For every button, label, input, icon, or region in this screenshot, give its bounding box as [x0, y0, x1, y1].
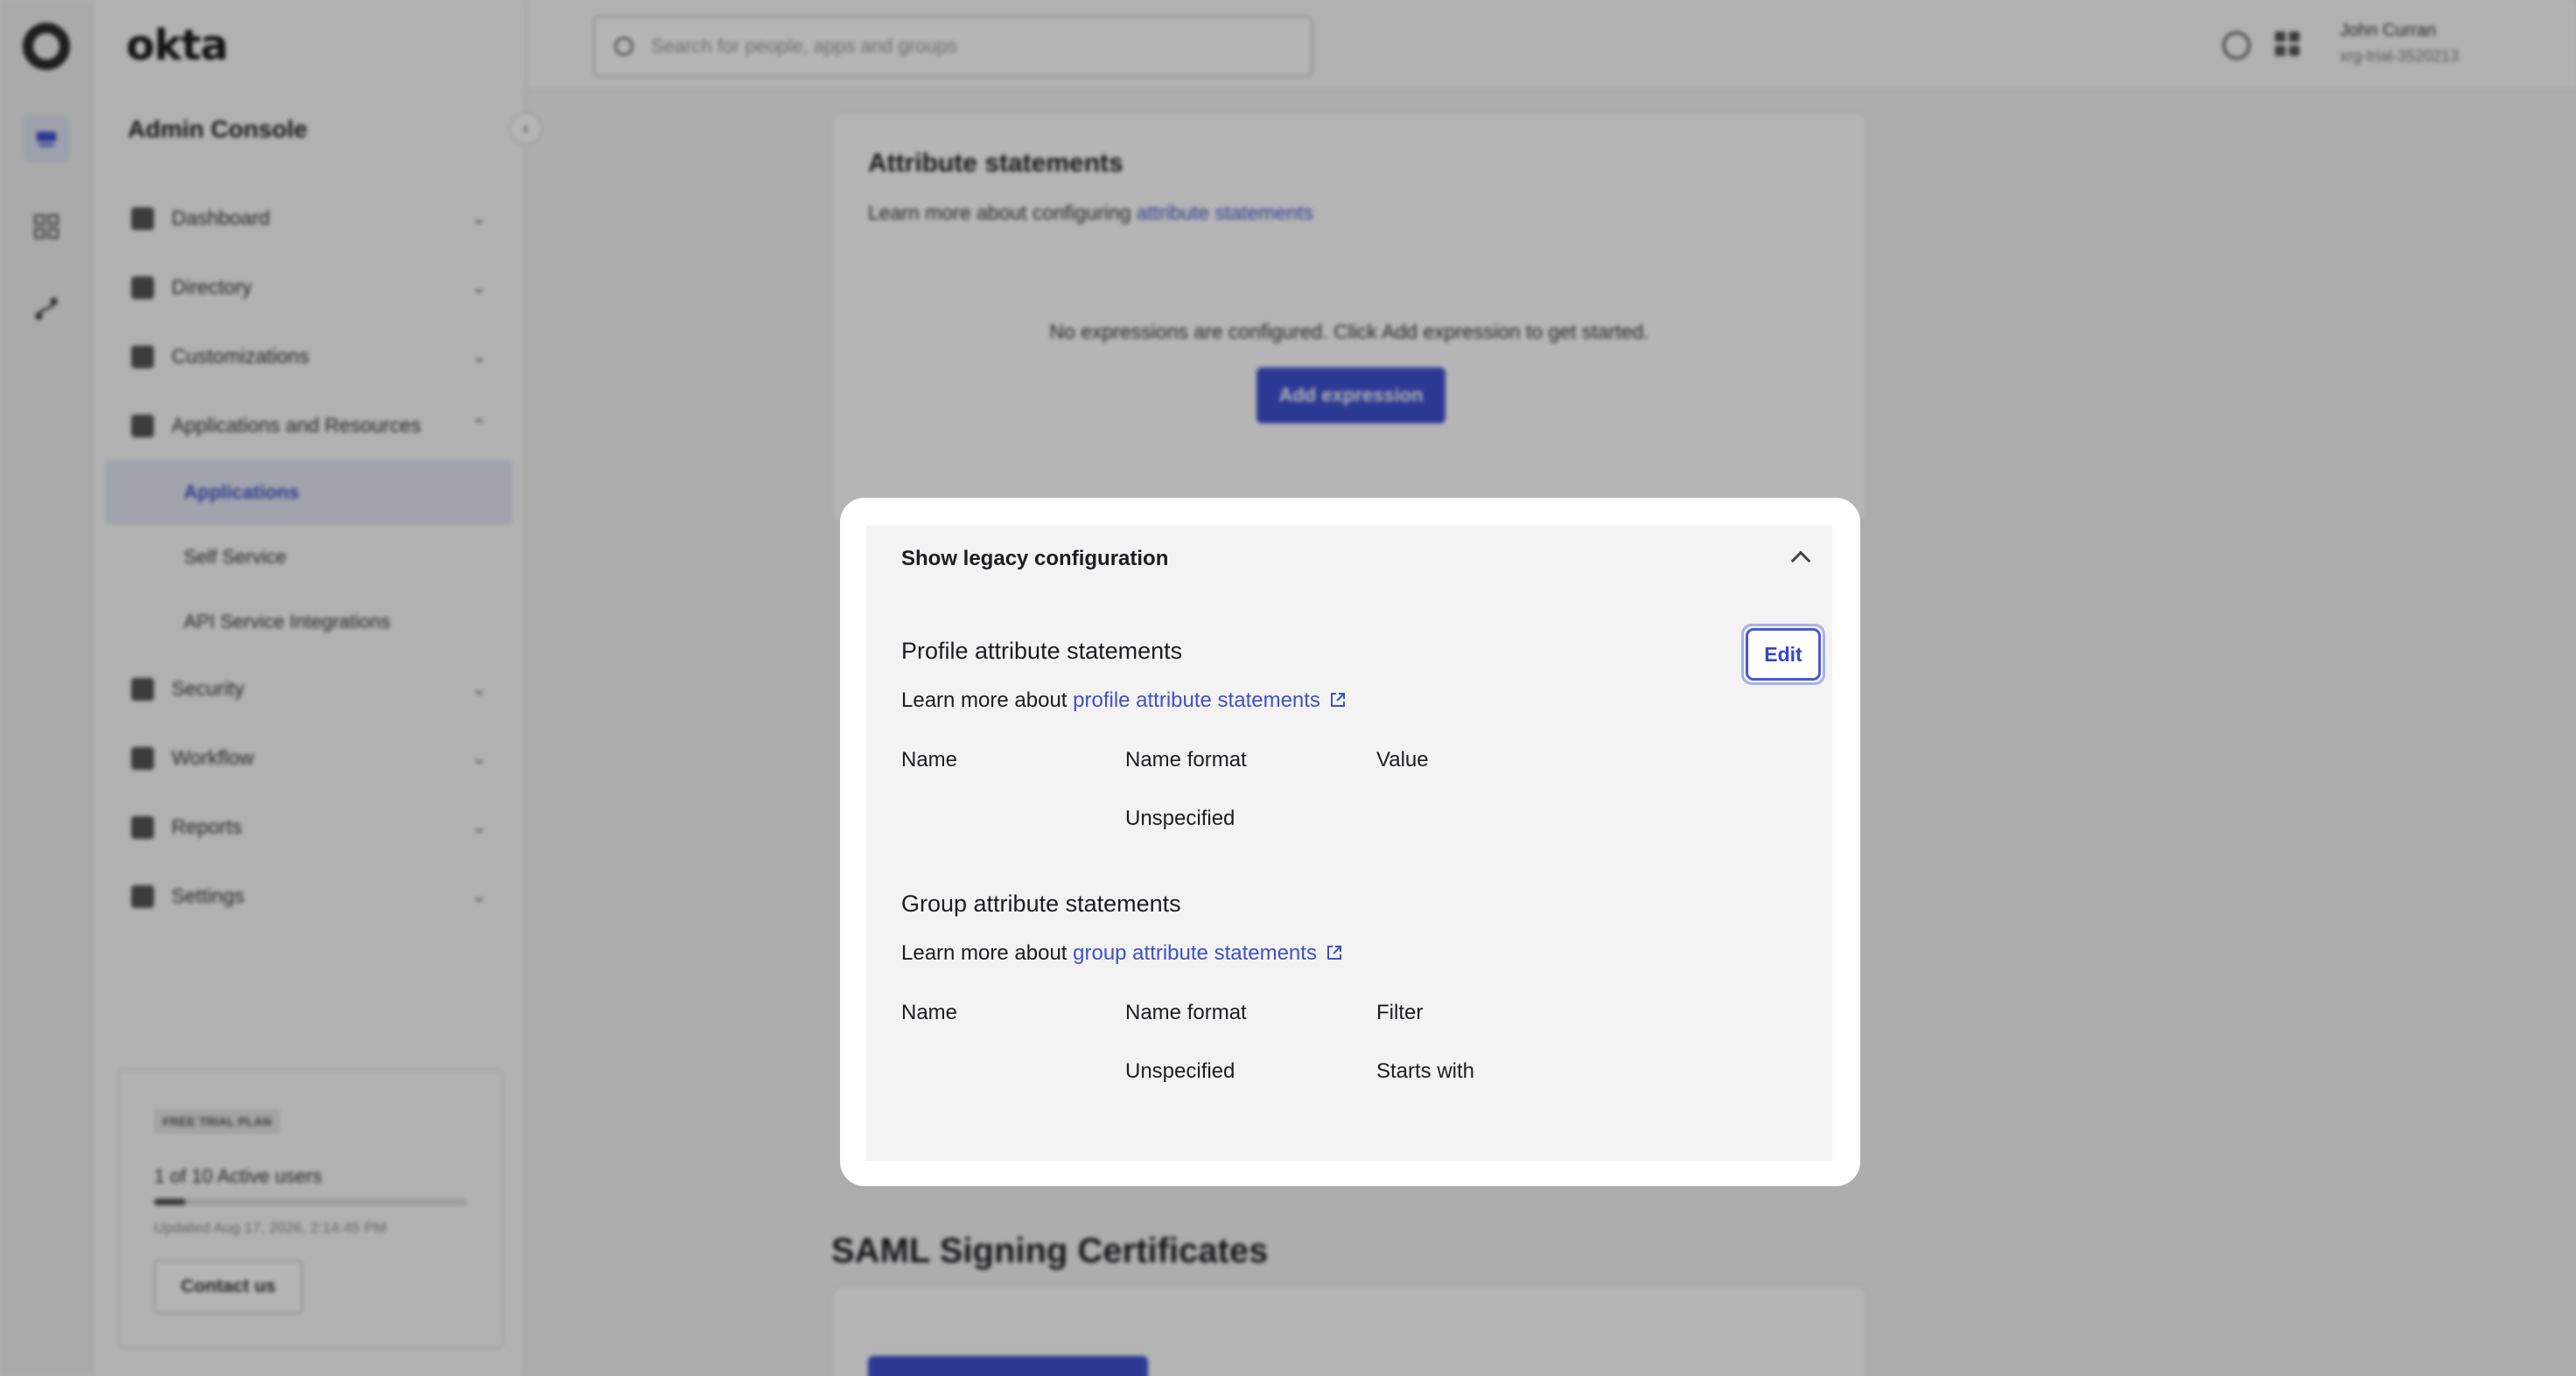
- external-link-icon: [1326, 946, 1341, 960]
- profile-row-name-format: Unspecified: [1125, 807, 1236, 830]
- legacy-configuration-panel: Show legacy configuration Edit Profile a…: [866, 526, 1832, 1161]
- profile-header-name-format: Name format: [1125, 748, 1247, 772]
- legacy-configuration-highlight: Show legacy configuration Edit Profile a…: [840, 498, 1860, 1186]
- edit-button-focus-ring: Edit: [1741, 624, 1825, 685]
- group-header-name: Name: [901, 1001, 958, 1024]
- legacy-configuration-toggle[interactable]: Show legacy configuration: [866, 526, 1832, 594]
- group-row-name-format: Unspecified: [1125, 1059, 1236, 1083]
- group-row-filter[interactable]: Starts with: [1376, 1059, 1474, 1084]
- legacy-configuration-label: Show legacy configuration: [901, 547, 1169, 570]
- edit-button[interactable]: Edit: [1746, 628, 1821, 681]
- group-attribute-statements-link[interactable]: group attribute statements: [1073, 941, 1317, 965]
- group-header-filter: Filter: [1376, 1001, 1424, 1024]
- group-attribute-statements-title: Group attribute statements: [901, 891, 1181, 917]
- group-header-name-format: Name format: [1125, 1001, 1247, 1024]
- chevron-up-icon: [1790, 550, 1811, 571]
- profile-header-value: Value: [1376, 748, 1429, 772]
- profile-learn-more: Learn more about profile attribute state…: [901, 688, 1347, 713]
- profile-header-name: Name: [901, 748, 958, 772]
- external-link-icon: [1330, 693, 1345, 707]
- profile-attribute-statements-link[interactable]: profile attribute statements: [1073, 688, 1320, 712]
- group-learn-more: Learn more about group attribute stateme…: [901, 941, 1343, 966]
- profile-attribute-statements-title: Profile attribute statements: [901, 638, 1183, 664]
